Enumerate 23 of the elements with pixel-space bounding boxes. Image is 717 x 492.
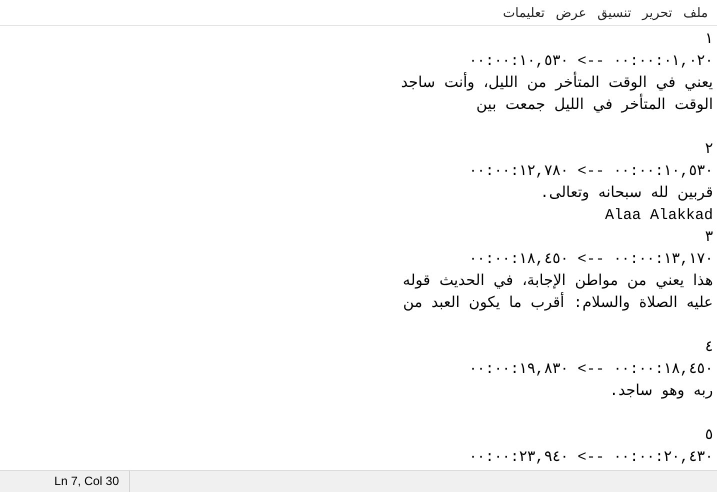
text-line: Alaa Alakkad [604,206,713,226]
text-line: عليه الصلاة والسلام: أقرب ما يكون العبد من [402,293,713,315]
cursor-position: Ln 7, Col 30 [0,471,130,492]
text-line: ربه وهو ساجد. [609,382,713,402]
text-line: الوقت المتأخر في الليل جمعت بين [476,95,713,117]
menu-item[interactable]: تحرير [641,4,674,20]
menu-item[interactable]: ملف [682,4,709,20]
text-line: قربين لله سبحانه وتعالى. [540,184,713,204]
text-line: ٠٠:٠٠:١٠,٥٣٠ --> ٠٠:٠٠:١٢,٧٨٠ [468,162,713,182]
text-line: ١ [704,30,713,50]
text-line: ٣ [704,228,713,248]
text-line: ٢ [704,140,713,160]
text-line: يعني في الوقت المتأخر من الليل، وأنت ساجد [400,73,713,95]
text-line: ٥ [704,426,713,446]
text-line: ٠٠:٠٠:٢٠,٤٣٠ --> ٠٠:٠٠:٢٣,٩٤٠ [468,448,713,468]
menu-item[interactable]: تنسيق [596,4,632,20]
text-line: ٠٠:٠٠:١٨,٤٥٠ --> ٠٠:٠٠:١٩,٨٣٠ [468,360,713,380]
text-line: هذا يعني من مواطن الإجابة، في الحديث قوله [402,272,713,292]
text-line: ٤ [704,338,713,358]
menu-item[interactable]: عرض [554,4,588,20]
text-line: ٠٠:٠٠:١٣,١٧٠ --> ٠٠:٠٠:١٨,٤٥٠ [468,250,713,270]
menu-item[interactable]: تعليمات [502,4,546,20]
text-line: ٠٠:٠٠:٠١,٠٢٠ --> ٠٠:٠٠:١٠,٥٣٠ [468,52,713,72]
